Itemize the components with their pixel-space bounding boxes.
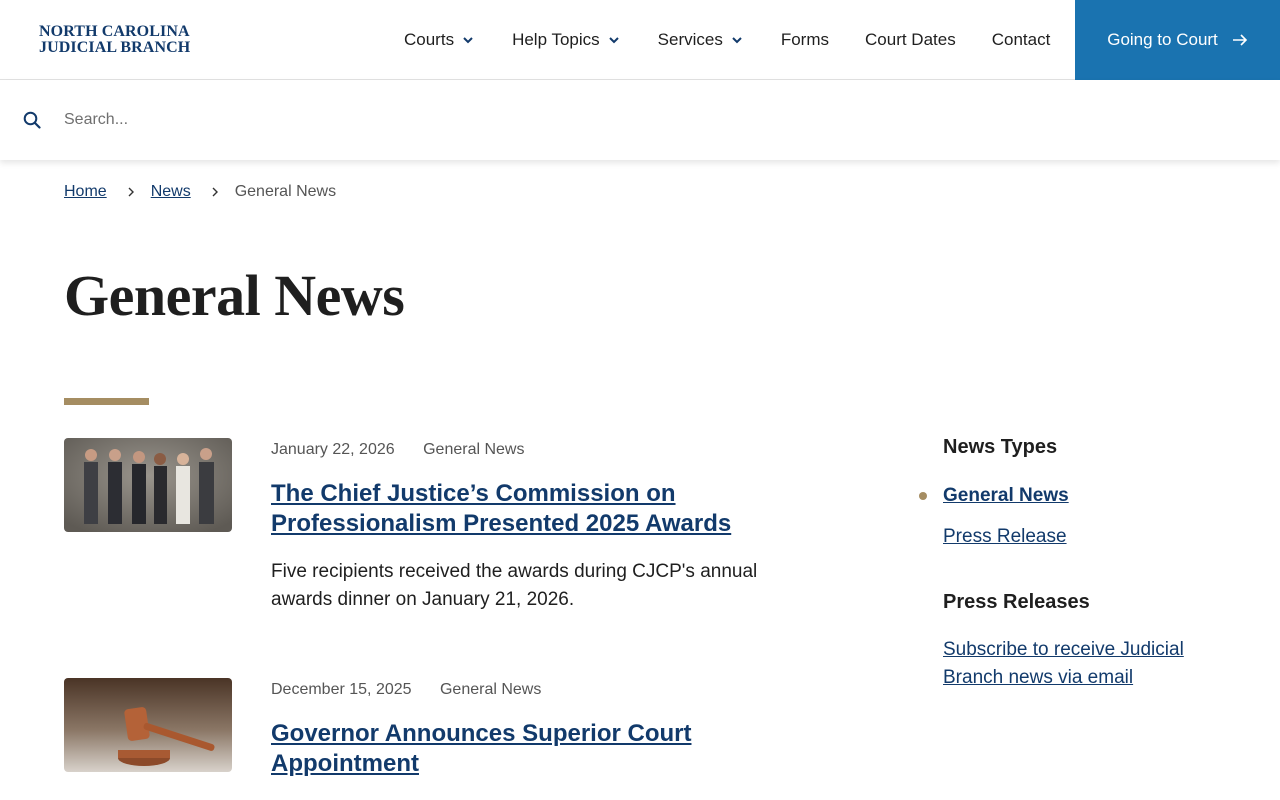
nav-item-help-topics[interactable]: Help Topics [512, 30, 622, 50]
active-bullet-icon [919, 492, 927, 500]
logo-line-1: NORTH CAROLINA [39, 23, 190, 40]
search-icon[interactable] [23, 111, 41, 129]
news-types-list: General News Press Release [919, 475, 1243, 557]
site-logo[interactable]: NORTH CAROLINA JUDICIAL BRANCH [39, 24, 190, 56]
nav-item-label: Forms [780, 30, 830, 49]
breadcrumb-home[interactable]: Home [64, 183, 107, 201]
nav-item-label: Contact [991, 30, 1051, 49]
nav-item-contact[interactable]: Contact [992, 30, 1051, 50]
article-title-link[interactable]: Governor Announces Superior Court Appoin… [271, 719, 791, 779]
press-releases-heading: Press Releases [943, 591, 1090, 613]
nav-item-label: Courts [404, 30, 455, 49]
article-meta: December 15, 2025 General News [271, 681, 541, 699]
news-types-heading: News Types [943, 436, 1058, 458]
accent-divider [64, 398, 149, 405]
nav-item-label: Court Dates [865, 30, 956, 49]
logo-line-2: JUDICIAL BRANCH [39, 39, 191, 56]
main-nav: Courts Help Topics Services Forms Court … [404, 0, 1050, 80]
news-type-press-release[interactable]: Press Release [943, 526, 1067, 548]
nav-item-court-dates[interactable]: Court Dates [865, 30, 956, 50]
gavel-image [64, 678, 232, 772]
article-thumbnail-awards-group-photo[interactable] [64, 438, 232, 532]
chevron-right-icon [128, 187, 134, 197]
news-type-general-news[interactable]: General News [943, 485, 1069, 507]
page-title: General News [64, 263, 405, 328]
breadcrumb-current: General News [234, 183, 337, 200]
news-type-item: Press Release [943, 516, 1243, 557]
article-date: January 22, 2026 [271, 441, 395, 458]
nav-item-label: Services [657, 30, 723, 49]
group-photo-image [64, 438, 232, 532]
arrow-right-icon [1232, 34, 1247, 46]
article-description: Five recipients received the awards duri… [271, 561, 758, 610]
chevron-down-icon [608, 37, 619, 44]
going-to-court-label: Going to Court [1107, 30, 1218, 49]
nav-item-courts[interactable]: Courts [404, 30, 476, 50]
chevron-down-icon [463, 37, 473, 44]
nav-item-label: Help Topics [512, 30, 600, 49]
site-header: NORTH CAROLINA JUDICIAL BRANCH Courts He… [0, 0, 1280, 80]
article-category: General News [439, 681, 542, 698]
breadcrumb-news[interactable]: News [151, 183, 191, 201]
news-type-item: General News [919, 475, 1243, 516]
article-date: December 15, 2025 [271, 681, 412, 698]
search-input[interactable] [64, 106, 764, 134]
article-title-link[interactable]: The Chief Justice’s Commission on Profes… [271, 479, 791, 539]
chevron-right-icon [212, 187, 218, 197]
article-thumbnail-gavel-photo[interactable] [64, 678, 232, 772]
nav-item-forms[interactable]: Forms [781, 30, 829, 50]
news-sidebar: News Types General News Press Release Pr… [919, 436, 1243, 692]
search-bar [0, 80, 1280, 160]
nav-item-services[interactable]: Services [658, 30, 745, 50]
going-to-court-button[interactable]: Going to Court [1075, 0, 1280, 80]
subscribe-link[interactable]: Subscribe to receive Judicial Branch new… [943, 636, 1203, 692]
article-category: General News [423, 441, 525, 458]
breadcrumb: Home News General News [64, 183, 336, 201]
article-meta: January 22, 2026 General News [271, 441, 524, 459]
chevron-down-icon [732, 37, 742, 44]
